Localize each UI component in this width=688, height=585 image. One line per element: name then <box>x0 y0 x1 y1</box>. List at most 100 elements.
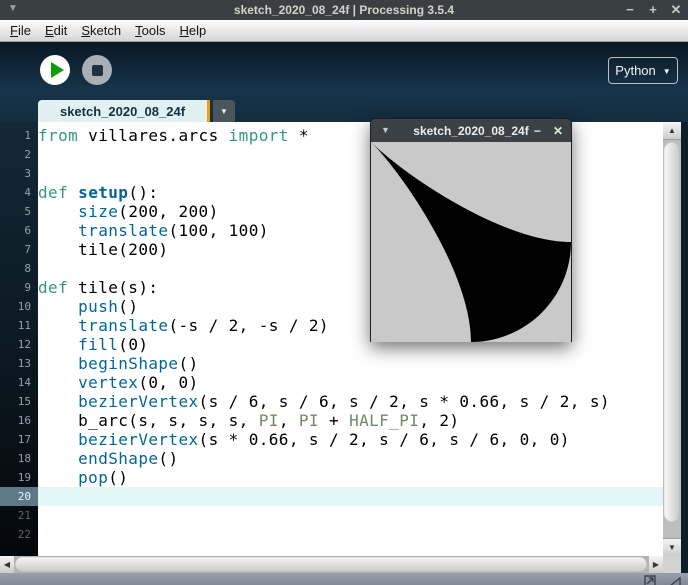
close-button[interactable]: ✕ <box>670 1 682 19</box>
code-token <box>38 297 78 316</box>
scrollbar-corner <box>663 556 681 573</box>
window-menu-icon[interactable]: ▼ <box>8 3 18 14</box>
code-token: push <box>78 297 118 316</box>
sketch-window-titlebar[interactable]: ▼ sketch_2020_08_24f − ✕ <box>371 119 571 142</box>
code-token: (0) <box>118 335 148 354</box>
code-line-13[interactable]: beginShape() <box>38 354 663 373</box>
code-token: () <box>178 354 198 373</box>
code-token: bezierVertex <box>78 392 198 411</box>
line-number-gutter: 12345678910111213141516171819202122 <box>0 122 38 556</box>
export-console-icon[interactable] <box>644 575 657 585</box>
vertical-scrollbar-thumb[interactable] <box>664 142 680 522</box>
line-number: 5 <box>0 202 38 221</box>
menu-sketch[interactable]: Sketch <box>74 21 128 40</box>
line-number: 15 <box>0 392 38 411</box>
sketch-canvas <box>371 142 571 342</box>
horizontal-scrollbar-thumb[interactable] <box>15 557 647 572</box>
code-token: () <box>118 297 138 316</box>
code-token: villares.arcs <box>78 126 229 145</box>
code-token: (s * 0.66, s / 2, s / 6, s / 6, 0, 0) <box>199 430 570 449</box>
code-token: (): <box>128 183 158 202</box>
vertical-scrollbar[interactable]: ▲ ▼ <box>663 122 681 556</box>
errors-flag-icon[interactable] <box>669 575 682 585</box>
minimize-button[interactable]: − <box>624 1 636 19</box>
code-token <box>38 221 78 240</box>
mode-selector-button[interactable]: Python ▼ <box>608 57 678 84</box>
code-line-22[interactable] <box>38 525 663 544</box>
horizontal-scrollbar[interactable]: ◀ ▶ <box>0 556 663 573</box>
tab-sketch[interactable]: sketch_2020_08_24f <box>38 100 210 122</box>
scroll-up-button[interactable]: ▲ <box>663 122 681 140</box>
code-line-15[interactable]: bezierVertex(s / 6, s / 6, s / 2, s * 0.… <box>38 392 663 411</box>
line-number: 10 <box>0 297 38 316</box>
line-number: 22 <box>0 525 38 544</box>
code-token: beginShape <box>78 354 178 373</box>
scroll-down-button[interactable]: ▼ <box>663 538 681 556</box>
code-token: , 2) <box>419 411 459 430</box>
code-token: translate <box>78 316 168 335</box>
line-number: 8 <box>0 259 38 278</box>
code-token: (0, 0) <box>138 373 198 392</box>
code-token: , <box>279 411 299 430</box>
line-number: 21 <box>0 506 38 525</box>
chevron-down-icon: ▼ <box>220 107 228 116</box>
code-token: vertex <box>78 373 138 392</box>
code-line-18[interactable]: endShape() <box>38 449 663 468</box>
code-token: (-s / 2, -s / 2) <box>168 316 329 335</box>
maximize-button[interactable]: + <box>647 1 659 19</box>
line-number: 2 <box>0 145 38 164</box>
line-number: 16 <box>0 411 38 430</box>
code-token: (200, 200) <box>118 202 218 221</box>
window-titlebar: ▼ sketch_2020_08_24f | Processing 3.5.4 … <box>0 0 688 20</box>
window-menu-icon[interactable]: ▼ <box>381 125 390 135</box>
code-token: + <box>319 411 349 430</box>
code-token: b_arc(s, s, s, s, <box>38 411 259 430</box>
line-number: 17 <box>0 430 38 449</box>
code-token: PI <box>299 411 319 430</box>
code-line-14[interactable]: vertex(0, 0) <box>38 373 663 392</box>
code-token <box>38 373 78 392</box>
line-number: 14 <box>0 373 38 392</box>
scroll-left-button[interactable]: ◀ <box>0 556 14 573</box>
play-icon <box>51 62 64 78</box>
code-token: tile(s): <box>68 278 158 297</box>
line-number: 13 <box>0 354 38 373</box>
code-token: () <box>108 468 128 487</box>
close-button[interactable]: ✕ <box>553 124 563 138</box>
stop-button[interactable] <box>82 55 112 85</box>
sketch-output-window[interactable]: ▼ sketch_2020_08_24f − ✕ <box>370 118 572 342</box>
line-number: 20 <box>0 487 38 506</box>
code-token <box>38 202 78 221</box>
code-line-17[interactable]: bezierVertex(s * 0.66, s / 2, s / 6, s /… <box>38 430 663 449</box>
code-token <box>38 354 78 373</box>
code-token <box>38 335 78 354</box>
menu-file[interactable]: File <box>3 21 38 40</box>
code-token: def <box>38 278 68 297</box>
code-token <box>68 183 78 202</box>
minimize-button[interactable]: − <box>534 124 541 138</box>
code-token: import <box>229 126 289 145</box>
code-token: * <box>289 126 309 145</box>
code-token: (s / 6, s / 6, s / 2, s * 0.66, s / 2, s… <box>199 392 610 411</box>
code-token: translate <box>78 221 168 240</box>
scroll-right-button[interactable]: ▶ <box>649 556 663 573</box>
code-token <box>38 449 78 468</box>
tab-menu-button[interactable]: ▼ <box>213 100 235 122</box>
code-token: (100, 100) <box>168 221 268 240</box>
code-line-20[interactable] <box>38 487 663 506</box>
code-line-21[interactable] <box>38 506 663 525</box>
menu-tools[interactable]: Tools <box>128 21 172 40</box>
code-line-19[interactable]: pop() <box>38 468 663 487</box>
menu-help[interactable]: Help <box>172 21 213 40</box>
code-token <box>38 316 78 335</box>
code-token: tile(200) <box>38 240 168 259</box>
line-number: 1 <box>0 126 38 145</box>
mode-label: Python <box>615 63 655 78</box>
line-number: 3 <box>0 164 38 183</box>
status-bar <box>0 573 688 585</box>
code-line-16[interactable]: b_arc(s, s, s, s, PI, PI + HALF_PI, 2) <box>38 411 663 430</box>
run-button[interactable] <box>40 55 70 85</box>
code-token: bezierVertex <box>78 430 198 449</box>
line-number: 18 <box>0 449 38 468</box>
menu-edit[interactable]: Edit <box>38 21 74 40</box>
